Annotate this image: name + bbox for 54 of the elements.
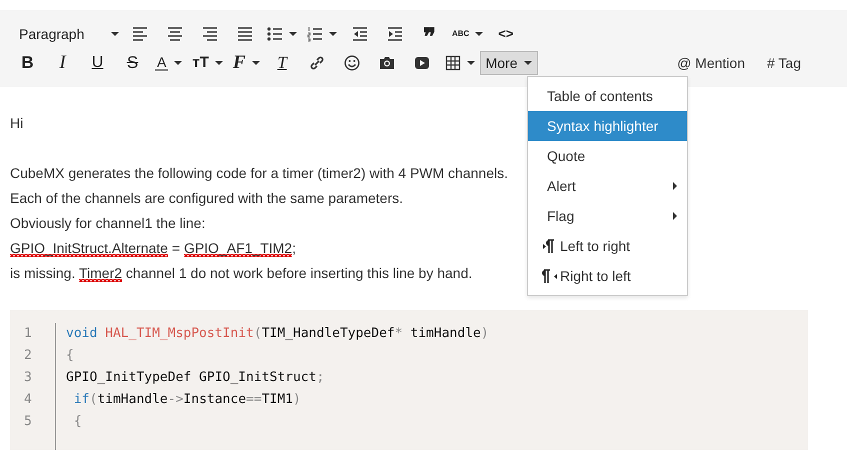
smiley-icon: [344, 54, 360, 70]
menu-item[interactable]: Left to right: [528, 231, 687, 261]
line-number: 3: [24, 369, 33, 387]
more-button[interactable]: More: [480, 50, 538, 74]
text-paragraph: Each of the channels are configured with the same parameters.: [10, 189, 403, 208]
strikethrough-button[interactable]: S: [115, 50, 150, 74]
camera-icon: [379, 54, 396, 70]
bulleted-list-icon: [267, 26, 283, 42]
align-right-icon: [202, 26, 218, 42]
menu-item[interactable]: Alert: [528, 171, 687, 201]
align-left-icon: [132, 26, 148, 42]
code-line: if(timHandle->Instance==TIM1): [72, 391, 301, 409]
text-paragraph: GPIO_InitStruct.Alternate = GPIO_AF1_TIM2;: [10, 239, 296, 259]
spellcheck-button[interactable]: ABC: [447, 22, 488, 46]
font-size-button[interactable]: тT: [187, 50, 228, 74]
menu-item[interactable]: Flag: [528, 201, 687, 231]
code-line: {: [72, 413, 82, 431]
outdent-icon: [352, 26, 368, 42]
mention-button[interactable]: @ Mention: [666, 50, 756, 74]
text-color-button[interactable]: A: [150, 50, 188, 74]
align-center-icon: [166, 26, 182, 42]
code-line: {: [66, 347, 74, 365]
line-number: 4: [24, 391, 33, 409]
quote-button[interactable]: ❞: [412, 22, 447, 46]
menu-item[interactable]: Table of contents: [528, 81, 687, 111]
underline-button[interactable]: U: [80, 50, 115, 74]
paragraph-right-to-left-icon: [542, 269, 558, 283]
code-view-button[interactable]: <>: [488, 22, 524, 46]
italic-button[interactable]: I: [45, 50, 80, 74]
justify-icon: [236, 26, 252, 42]
line-number: 1: [24, 325, 33, 343]
paragraph-format-select[interactable]: Paragraph: [10, 22, 122, 46]
link-icon: [309, 54, 326, 70]
submenu-arrow-icon: [673, 212, 677, 220]
video-icon: [414, 54, 430, 70]
table-icon: [444, 54, 461, 70]
code-line: GPIO_InitTypeDef GPIO_InitStruct;: [66, 369, 324, 387]
submenu-arrow-icon: [673, 182, 677, 190]
numbered-list-icon: [307, 26, 323, 42]
line-number: 5: [24, 413, 33, 431]
tag-button[interactable]: # Tag: [756, 50, 812, 74]
bold-button[interactable]: B: [10, 50, 45, 74]
menu-item[interactable]: Quote: [528, 141, 687, 171]
line-number: 2: [24, 347, 33, 365]
menu-item[interactable]: Syntax highlighter: [528, 111, 687, 141]
text-paragraph: is missing. Timer2 channel 1 do not work before inserting this line by hand.: [10, 264, 472, 284]
code-line: void HAL_TIM_MspPostInit(TIM_HandleTypeDef* timHandle): [66, 325, 489, 343]
font-family-button[interactable]: F: [228, 50, 265, 74]
text-paragraph: Hi: [10, 114, 24, 133]
text-paragraph: CubeMX generates the following code for a timer (timer2) with 4 PWM channels.: [10, 164, 508, 183]
clear-formatting-button[interactable]: T: [264, 50, 300, 74]
text-paragraph: Obviously for channel1 the line:: [10, 214, 206, 233]
indent-icon: [386, 26, 402, 42]
menu-item[interactable]: Right to left: [528, 261, 687, 291]
